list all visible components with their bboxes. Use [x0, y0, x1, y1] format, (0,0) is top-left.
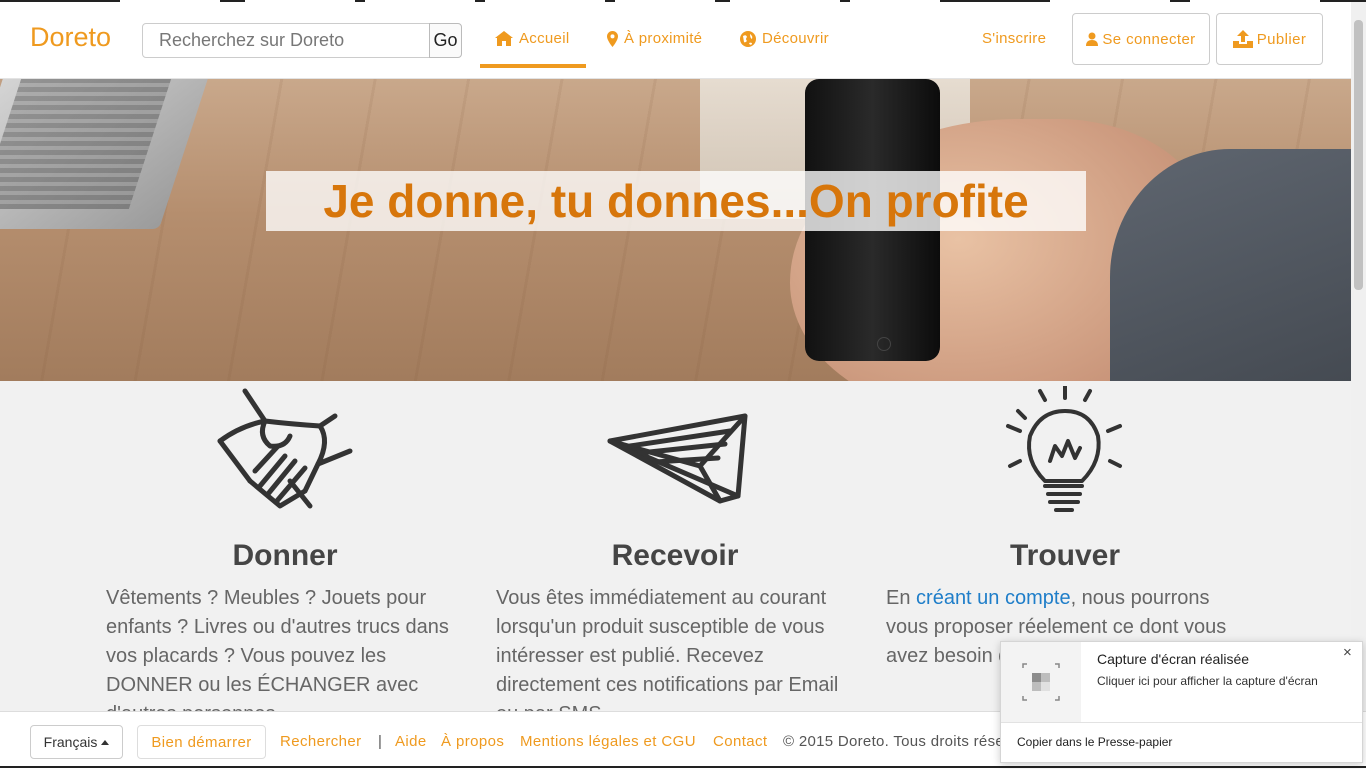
- notification-thumbnail: [1001, 642, 1081, 722]
- notification-subtitle: Cliquer ici pour afficher la capture d'é…: [1097, 674, 1318, 688]
- feature-find-title: Trouver: [1009, 539, 1121, 572]
- brand-logo[interactable]: Doreto: [30, 22, 111, 53]
- globe-icon: [740, 30, 756, 47]
- search-go-button[interactable]: Go: [429, 23, 462, 58]
- feature-find-text-before: En: [886, 587, 917, 609]
- hero-sleeve-image: [1110, 149, 1351, 381]
- upload-icon: [1232, 30, 1253, 48]
- notification-close-icon[interactable]: ×: [1343, 644, 1352, 661]
- login-label: Se connecter: [1102, 30, 1196, 48]
- language-selector[interactable]: Français: [30, 725, 123, 759]
- screenshot-icon: [1022, 663, 1060, 701]
- footer-help-link[interactable]: Aide: [395, 733, 427, 750]
- screenshot-notification[interactable]: Capture d'écran réalisée Cliquer ici pou…: [1000, 641, 1363, 763]
- language-selector-label: Français: [43, 734, 98, 750]
- footer-about-link[interactable]: À propos: [441, 733, 504, 750]
- create-account-link[interactable]: créant un compte: [916, 587, 1071, 609]
- hero-banner: Je donne, tu donnes...On profite: [0, 79, 1351, 381]
- login-button[interactable]: Se connecter: [1072, 13, 1210, 65]
- nav-nearby-link[interactable]: À proximité: [607, 30, 702, 47]
- footer-contact-link[interactable]: Contact: [713, 733, 768, 750]
- copy-to-clipboard-button[interactable]: Copier dans le Presse-papier: [1017, 735, 1172, 749]
- search-form: Go: [142, 23, 462, 58]
- feature-give-text: Vêtements ? Meubles ? Jouets pour enfant…: [106, 587, 449, 725]
- nav-discover-link[interactable]: Découvrir: [740, 30, 829, 47]
- get-started-button[interactable]: Bien démarrer: [137, 725, 266, 759]
- notification-title: Capture d'écran réalisée: [1097, 651, 1250, 667]
- feature-receive-text: Vous êtes immédiatement au courant lorsq…: [496, 587, 839, 725]
- feature-give-title: Donner: [232, 539, 338, 572]
- signup-link[interactable]: S'inscrire: [982, 30, 1046, 47]
- publish-button[interactable]: Publier: [1216, 13, 1323, 65]
- footer-separator: |: [378, 733, 382, 750]
- caret-up-icon: [101, 739, 110, 745]
- search-input[interactable]: [142, 23, 430, 58]
- nav-discover-label: Découvrir: [762, 30, 829, 47]
- light-bulb-icon: [1006, 386, 1122, 512]
- feature-receive-title: Recevoir: [611, 539, 739, 572]
- page-scrollbar-thumb[interactable]: [1354, 20, 1363, 290]
- handshake-icon: [217, 388, 353, 509]
- user-icon: [1086, 32, 1099, 46]
- hero-headline: Je donne, tu donnes...On profite: [323, 175, 1029, 227]
- hero-phone-button-image: [877, 337, 891, 351]
- notification-divider: [1001, 722, 1362, 723]
- nav-home-link[interactable]: Accueil: [495, 30, 569, 47]
- map-marker-icon: [607, 30, 618, 47]
- nav-nearby-label: À proximité: [624, 30, 703, 47]
- paper-plane-icon: [607, 413, 748, 504]
- nav-home-label: Accueil: [519, 30, 570, 47]
- footer-search-link[interactable]: Rechercher: [280, 733, 362, 750]
- footer-legal-link[interactable]: Mentions légales et CGU: [520, 733, 696, 750]
- home-icon: [495, 31, 513, 46]
- nav-active-indicator: [480, 64, 586, 68]
- top-navbar: Doreto Go Accueil À proximité Découvrir …: [0, 2, 1351, 79]
- publish-label: Publier: [1256, 30, 1307, 48]
